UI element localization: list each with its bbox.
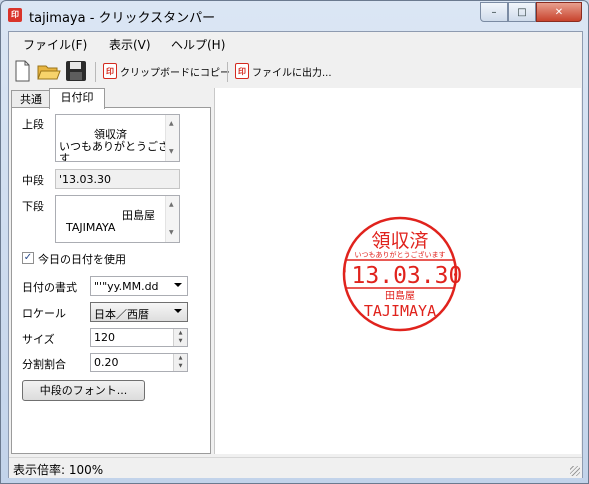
scroll-up-icon[interactable]: ▲: [169, 199, 174, 211]
copy-to-clipboard-label: クリップボードにコピー: [120, 67, 230, 79]
ratio-spinner[interactable]: 0.20 ▲ ▼: [90, 353, 188, 372]
dropdown-arrow-icon[interactable]: [174, 283, 182, 287]
spin-down-icon[interactable]: ▼: [174, 362, 187, 370]
locale-label: ロケール: [22, 307, 66, 320]
zoom-status: 表示倍率: 100%: [13, 463, 104, 477]
new-file-button[interactable]: [13, 60, 31, 82]
size-spinner[interactable]: 120 ▲ ▼: [90, 328, 188, 347]
save-icon: [66, 61, 86, 81]
stamp-icon: 印: [103, 63, 117, 79]
app-window: 印 tajimaya - クリックスタンパー – □ ✕ ファイル(F) 表示(…: [0, 0, 589, 484]
scroll-down-icon[interactable]: ▼: [169, 227, 174, 239]
settings-pane: 共通 日付印 上段 領収済 いつもありがとうございま す ▲ ▼ 中段 '13.0…: [11, 88, 211, 456]
export-file-button[interactable]: 印 ファイルに出力...: [235, 60, 332, 82]
stamp-preview: 領収済 いつもありがとうございます '13.03.30 田島屋 TAJIMAYA: [214, 88, 581, 454]
upper-text-field[interactable]: 領収済 いつもありがとうございま す ▲ ▼: [55, 114, 180, 162]
menu-bar: ファイル(F) 表示(V) ヘルプ(H): [9, 32, 582, 54]
menu-view[interactable]: 表示(V): [109, 36, 151, 53]
use-today-label: 今日の日付を使用: [38, 253, 126, 266]
toolbar-separator: [95, 62, 96, 82]
maximize-button[interactable]: □: [508, 2, 536, 22]
use-today-checkbox[interactable]: ✓: [22, 252, 34, 264]
spin-down-icon[interactable]: ▼: [174, 337, 187, 345]
locale-value: 日本／西暦: [94, 308, 149, 321]
upper-label: 上段: [22, 118, 44, 131]
middle-font-button[interactable]: 中段のフォント...: [22, 380, 145, 401]
tab-strip: 共通 日付印: [11, 88, 211, 109]
size-label: サイズ: [22, 333, 55, 346]
upper-text-value: 領収済 いつもありがとうございま す: [59, 128, 180, 162]
date-stamp-panel: 上段 領収済 いつもありがとうございま す ▲ ▼ 中段 '13.03.30 下段…: [11, 107, 211, 454]
date-format-value: "'"yy.MM.dd: [94, 280, 159, 293]
window-title: tajimaya - クリックスタンパー: [29, 11, 216, 26]
close-button[interactable]: ✕: [536, 2, 582, 22]
stamp-preview-canvas: 領収済 いつもありがとうございます '13.03.30 田島屋 TAJIMAYA: [338, 216, 463, 332]
scroll-up-icon[interactable]: ▲: [169, 118, 174, 130]
lower-text-field[interactable]: 田島屋 TAJIMAYA ▲ ▼: [55, 195, 180, 243]
stamp-icon: 印: [235, 63, 249, 79]
scroll-down-icon[interactable]: ▼: [169, 146, 174, 158]
toolbar: 印 クリップボードにコピー 印 ファイルに出力...: [9, 56, 582, 86]
spin-up-icon[interactable]: ▲: [174, 354, 187, 362]
lower-scrollbar[interactable]: ▲ ▼: [165, 196, 179, 242]
tab-date-stamp[interactable]: 日付印: [49, 88, 105, 109]
title-bar: 印 tajimaya - クリックスタンパー – □ ✕: [1, 1, 588, 31]
menu-help[interactable]: ヘルプ(H): [171, 36, 225, 53]
status-bar: 表示倍率: 100%: [9, 457, 582, 478]
ratio-value: 0.20: [94, 356, 119, 369]
stamp-top-small-text: いつもありがとうございます: [355, 250, 446, 259]
resize-grip-icon[interactable]: [570, 466, 580, 476]
dropdown-arrow-icon[interactable]: [174, 309, 182, 313]
copy-to-clipboard-button[interactable]: 印 クリップボードにコピー: [103, 60, 230, 82]
client-area: ファイル(F) 表示(V) ヘルプ(H) 印 クリップボードにコピー 印 ファイ…: [8, 31, 583, 478]
export-file-label: ファイルに出力...: [252, 67, 332, 79]
stamp-bottom-small-text: 田島屋: [385, 289, 415, 302]
middle-label: 中段: [22, 174, 44, 187]
date-format-combo[interactable]: "'"yy.MM.dd: [90, 276, 188, 296]
lower-label: 下段: [22, 200, 44, 213]
menu-file[interactable]: ファイル(F): [23, 36, 87, 53]
save-button[interactable]: [65, 60, 87, 82]
size-value: 120: [94, 331, 115, 344]
date-format-label: 日付の書式: [22, 281, 77, 294]
tab-common[interactable]: 共通: [11, 90, 51, 108]
locale-select[interactable]: 日本／西暦: [90, 302, 188, 322]
minimize-button[interactable]: –: [480, 2, 508, 22]
stamp-bottom-text: TAJIMAYA: [364, 302, 436, 320]
stamp-top-text: 領収済: [371, 230, 428, 252]
upper-scrollbar[interactable]: ▲ ▼: [165, 115, 179, 161]
stamp-date-text: '13.03.30: [338, 263, 463, 289]
ratio-label: 分割割合: [22, 358, 66, 371]
lower-text-value: 田島屋 TAJIMAYA: [65, 209, 155, 234]
open-folder-icon: [37, 65, 61, 80]
app-stamp-icon[interactable]: 印: [8, 8, 22, 22]
new-file-icon: [15, 60, 30, 82]
middle-text-field[interactable]: '13.03.30: [55, 169, 180, 189]
open-folder-button[interactable]: [37, 60, 61, 82]
spin-up-icon[interactable]: ▲: [174, 329, 187, 337]
toolbar-separator: [227, 62, 228, 82]
